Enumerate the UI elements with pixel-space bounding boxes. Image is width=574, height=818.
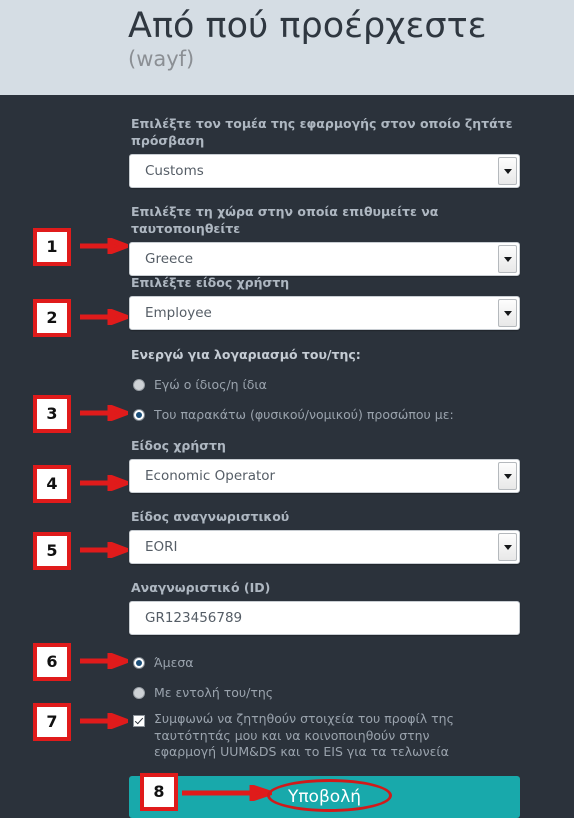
field-country-label: Επιλέξτε τη χώρα στην οποία επιθυμείτε ν…: [131, 204, 439, 236]
field-domain-label: Επιλέξτε τον τομέα της εφαρμογής στον οπ…: [131, 116, 513, 148]
chevron-down-icon[interactable]: [498, 157, 517, 185]
user-type-select-value: Employee: [145, 305, 212, 321]
field-person-type: Είδος χρήστη Economic Operator: [129, 437, 520, 493]
radio-label-mandated: Με εντολή του/της: [154, 685, 274, 700]
chevron-down-icon[interactable]: [498, 533, 517, 561]
field-country: Επιλέξτε τη χώρα στην οποία επιθυμείτε ν…: [129, 203, 520, 276]
radio-icon-mandated[interactable]: [133, 687, 145, 699]
page-subtitle: (wayf): [128, 47, 195, 71]
radio-label-self: Εγώ ο ίδιος/η ίδια: [154, 377, 267, 392]
domain-select-value: Customs: [145, 163, 204, 179]
field-user-type-label: Επιλέξτε είδος χρήστη: [131, 275, 290, 290]
country-select-value: Greece: [145, 251, 194, 267]
radio-icon-other[interactable]: [133, 409, 145, 421]
radio-option-direct[interactable]: Άμεσα: [133, 653, 520, 676]
radio-icon-self[interactable]: [133, 379, 145, 391]
field-id-type: Είδος αναγνωριστικού EORI: [129, 508, 520, 564]
field-id-type-label: Είδος αναγνωριστικού: [131, 509, 290, 524]
submit-button[interactable]: Υποβολή: [129, 776, 520, 818]
radio-icon-direct[interactable]: [133, 657, 145, 669]
field-person-type-label: Είδος χρήστη: [131, 438, 226, 453]
field-user-type: Επιλέξτε είδος χρήστη Employee: [129, 274, 520, 330]
radio-label-direct: Άμεσα: [154, 655, 194, 670]
user-type-select[interactable]: Employee: [129, 296, 520, 330]
submit-row: Υποβολή: [129, 776, 520, 818]
consent-checkbox-icon[interactable]: [133, 715, 145, 727]
radio-option-mandated[interactable]: Με εντολή του/της: [133, 683, 520, 706]
field-id: Αναγνωριστικό (ID): [129, 579, 520, 635]
person-type-select-value: Economic Operator: [145, 468, 276, 484]
id-input[interactable]: [129, 601, 520, 635]
wayf-form: Επιλέξτε τον τομέα της εφαρμογής στον οπ…: [0, 95, 574, 818]
page-title: Από πού προέρχεστε: [128, 6, 487, 46]
radio-option-self[interactable]: Εγώ ο ίδιος/η ίδια: [133, 375, 520, 398]
id-type-select[interactable]: EORI: [129, 530, 520, 564]
radio-option-other[interactable]: Του παρακάτω (φυσικού/νομικού) προσώπου …: [133, 405, 520, 428]
mandate-radio-group: Άμεσα Με εντολή του/της: [129, 653, 520, 706]
consent-row[interactable]: Συμφωνώ να ζητηθούν στοιχεία του προφίλ …: [129, 711, 520, 761]
id-type-select-value: EORI: [145, 539, 178, 555]
domain-select[interactable]: Customs: [129, 154, 520, 188]
acting-radio-group: Ενεργώ για λογαριασμό του/της: Εγώ ο ίδι…: [129, 346, 520, 428]
field-id-label: Αναγνωριστικό (ID): [131, 580, 271, 595]
chevron-down-icon[interactable]: [498, 299, 517, 327]
radio-label-other: Του παρακάτω (φυσικού/νομικού) προσώπου …: [154, 407, 454, 422]
acting-group-label: Ενεργώ για λογαριασμό του/της:: [131, 347, 361, 362]
page-header: Από πού προέρχεστε (wayf): [0, 0, 574, 95]
person-type-select[interactable]: Economic Operator: [129, 459, 520, 493]
chevron-down-icon[interactable]: [498, 462, 517, 490]
chevron-down-icon[interactable]: [498, 245, 517, 273]
country-select[interactable]: Greece: [129, 242, 520, 276]
consent-label: Συμφωνώ να ζητηθούν στοιχεία του προφίλ …: [154, 711, 454, 759]
field-domain: Επιλέξτε τον τομέα της εφαρμογής στον οπ…: [129, 115, 520, 188]
